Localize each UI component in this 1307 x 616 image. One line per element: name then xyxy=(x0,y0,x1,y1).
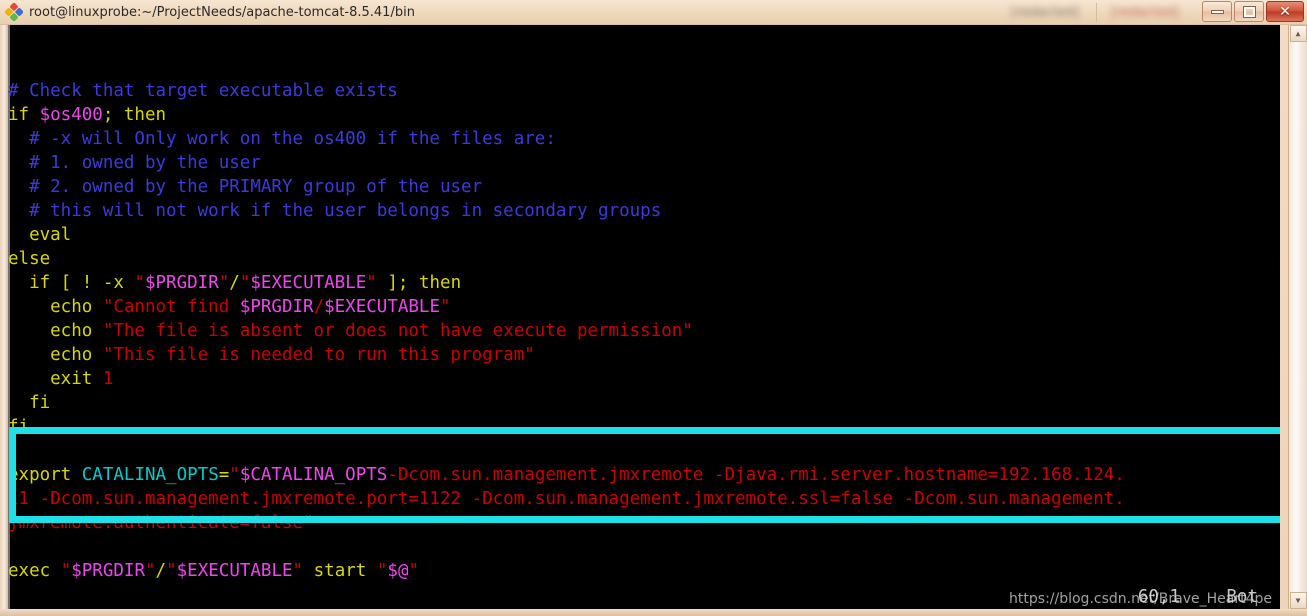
scroll-up-arrow-icon[interactable]: ▲ xyxy=(1289,25,1307,42)
code-token: $@ xyxy=(387,561,409,581)
code-token: 1 xyxy=(102,369,114,389)
code-token: $EXECUTABLE xyxy=(176,561,293,581)
terminal-content-area[interactable]: # Check that target executable exists if … xyxy=(8,25,1280,609)
window-titlebar[interactable]: root@linuxprobe:~/ProjectNeeds/apache-to… xyxy=(0,0,1307,25)
close-icon: ✕ xyxy=(1279,3,1291,20)
code-token: $PRGDIR xyxy=(144,273,219,293)
code-token: / xyxy=(313,297,325,317)
close-button[interactable]: ✕ xyxy=(1266,1,1304,22)
code-token: $PRGDIR xyxy=(239,297,314,317)
code-line: # Check that target executable exists xyxy=(8,79,1280,103)
code-token: " xyxy=(60,561,72,581)
code-token: $os400 xyxy=(39,105,103,125)
terminal-window: root@linuxprobe:~/ProjectNeeds/apache-to… xyxy=(0,0,1307,616)
scrollbar-track[interactable] xyxy=(1289,42,1307,592)
code-line: exit 1 xyxy=(8,367,1280,391)
vim-cursor-position: 60,1 xyxy=(1137,587,1180,607)
code-token: fi xyxy=(8,393,51,413)
code-token: # 1. owned by the user xyxy=(8,153,261,173)
code-token: " xyxy=(408,561,420,581)
code-token: " xyxy=(134,273,145,293)
code-line: eval xyxy=(8,223,1280,247)
code-token: if xyxy=(8,105,40,125)
code-token: # this will not work if the user belongs… xyxy=(8,201,662,221)
titlebar-blurred-left: [redacted] xyxy=(1011,5,1079,20)
code-token: " xyxy=(376,561,388,581)
vim-status-line: "startup.sh" 63L, 2148C xyxy=(8,585,1280,609)
window-frame-left xyxy=(0,25,8,616)
code-token: " xyxy=(292,561,304,581)
code-token: echo xyxy=(8,321,103,341)
code-line: if [ ! -x "$PRGDIR"/"$EXECUTABLE" ]; the… xyxy=(8,271,1280,295)
vertical-scrollbar[interactable]: ▲ ▼ xyxy=(1288,25,1307,609)
code-token: " xyxy=(440,297,451,317)
code-token: / xyxy=(155,561,167,581)
code-token: $EXECUTABLE xyxy=(324,297,441,317)
code-line: echo "Cannot find $PRGDIR/$EXECUTABLE" xyxy=(8,295,1280,319)
scroll-down-arrow-icon[interactable]: ▼ xyxy=(1289,592,1307,609)
code-token: "Cannot find xyxy=(102,297,240,317)
code-token: echo xyxy=(8,297,103,317)
titlebar-blurred-right: [redacted] xyxy=(1111,5,1179,20)
code-token: echo xyxy=(8,345,103,365)
code-token: # -x will Only work on the os400 if the … xyxy=(8,129,556,149)
highlight-annotation-box xyxy=(9,427,1280,523)
code-line: else xyxy=(8,247,1280,271)
code-line: fi xyxy=(8,391,1280,415)
code-token: # 2. owned by the PRIMARY group of the u… xyxy=(8,177,483,197)
code-token: " xyxy=(218,273,230,293)
code-line: echo "The file is absent or does not hav… xyxy=(8,319,1280,343)
code-token: ]; then xyxy=(376,273,462,293)
code-token: exec xyxy=(8,561,61,581)
code-token: start xyxy=(303,561,377,581)
code-line: # this will not work if the user belongs… xyxy=(8,199,1280,223)
code-token: ; then xyxy=(102,105,167,125)
window-title: root@linuxprobe:~/ProjectNeeds/apache-to… xyxy=(29,4,415,20)
code-line: # 1. owned by the user xyxy=(8,151,1280,175)
mobaxterm-diamond-icon xyxy=(4,2,24,22)
code-token: "The file is absent or does not have exe… xyxy=(102,321,693,341)
code-token: eval xyxy=(8,225,72,245)
code-token: $EXECUTABLE xyxy=(250,273,367,293)
maximize-button[interactable] xyxy=(1234,1,1264,22)
code-token: " xyxy=(366,273,377,293)
window-controls: ✕ xyxy=(1202,1,1304,22)
code-line: exec "$PRGDIR"/"$EXECUTABLE" start "$@" xyxy=(8,559,1280,583)
code-token: $PRGDIR xyxy=(71,561,145,581)
code-token: " xyxy=(166,561,177,581)
maximize-icon xyxy=(1242,5,1256,18)
code-token: if [ ! -x xyxy=(8,273,135,293)
minimize-icon xyxy=(1210,9,1224,14)
code-token: " xyxy=(239,273,251,293)
code-line: # -x will Only work on the os400 if the … xyxy=(8,127,1280,151)
code-line: # 2. owned by the PRIMARY group of the u… xyxy=(8,175,1280,199)
code-token: "This file is needed to run this program… xyxy=(102,345,535,365)
code-token: / xyxy=(229,273,240,293)
code-token: else xyxy=(8,249,51,269)
titlebar-separator xyxy=(1096,3,1097,22)
code-line: echo "This file is needed to run this pr… xyxy=(8,343,1280,367)
code-token: exit xyxy=(8,369,103,389)
code-line: if $os400; then xyxy=(8,103,1280,127)
code-token: " xyxy=(145,561,156,581)
window-frame-bottom xyxy=(0,609,1307,616)
minimize-button[interactable] xyxy=(1202,1,1232,22)
vim-scroll-position: Bot xyxy=(1226,587,1258,607)
code-token: # Check that target executable exists xyxy=(8,81,398,101)
